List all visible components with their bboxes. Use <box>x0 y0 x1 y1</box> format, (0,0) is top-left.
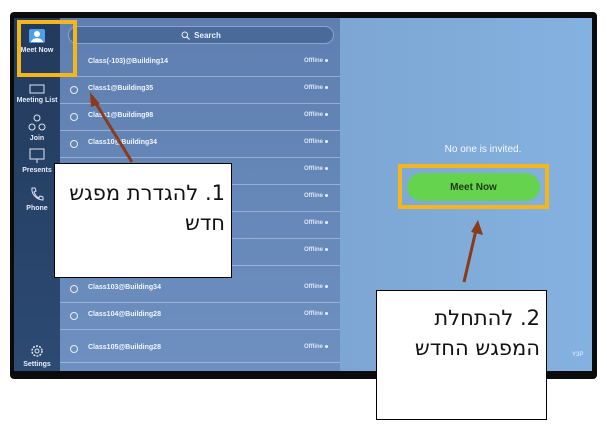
callout-new-meeting: 1. להגדרת מפגש חדש <box>54 163 232 278</box>
arrow-2-head <box>471 220 483 235</box>
arrow-1-head <box>90 92 100 107</box>
callout-start-meeting: 2. להתחלת המפגש החדש <box>376 290 547 420</box>
arrow-2 <box>462 229 478 283</box>
arrow-1 <box>93 101 134 163</box>
